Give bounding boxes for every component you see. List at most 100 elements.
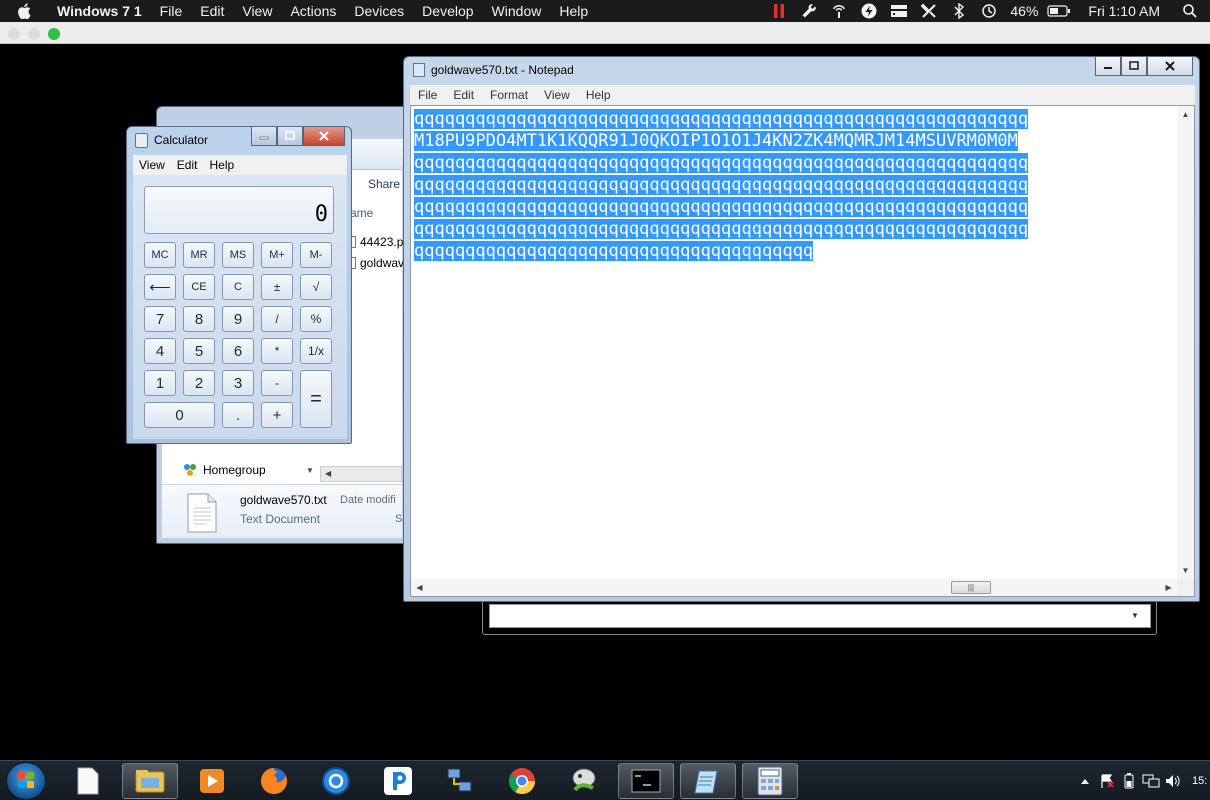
vertical-scrollbar[interactable]: ▲ ▼ <box>1177 106 1194 579</box>
mc-button[interactable]: MC <box>144 242 176 268</box>
scroll-right-icon[interactable]: ▶ <box>1160 579 1177 596</box>
digit-3-button[interactable]: 3 <box>222 370 254 396</box>
scroll-left-icon[interactable]: ◀ <box>325 469 331 478</box>
mac-menu-devices[interactable]: Devices <box>345 0 413 22</box>
nav-homegroup[interactable]: Homegroup <box>182 463 266 477</box>
calc-menu-edit[interactable]: Edit <box>171 158 204 172</box>
m-minus-button[interactable]: M- <box>300 242 332 268</box>
mac-menu-actions[interactable]: Actions <box>281 0 345 22</box>
mac-menu-help[interactable]: Help <box>550 0 597 22</box>
calc-menu-view[interactable]: View <box>133 158 171 172</box>
close-button[interactable] <box>303 127 345 146</box>
taskbar-clock[interactable]: 15: <box>1184 775 1210 787</box>
p-app-icon[interactable] <box>370 763 426 799</box>
decimal-button[interactable]: . <box>222 402 254 428</box>
calc-menu-help[interactable]: Help <box>203 158 240 172</box>
digit-4-button[interactable]: 4 <box>144 338 176 364</box>
share-button[interactable]: Share <box>368 177 400 191</box>
explorer-hscrollbar[interactable]: ◀ <box>320 466 402 482</box>
plus-minus-button[interactable]: ± <box>261 274 293 300</box>
start-orb-icon[interactable] <box>6 762 46 800</box>
dropdown-arrow-icon[interactable]: ▼ <box>1128 609 1142 623</box>
mac-clock[interactable]: Fri 1:10 AM <box>1074 0 1176 22</box>
clear-button[interactable]: C <box>222 274 254 300</box>
digit-2-button[interactable]: 2 <box>183 370 215 396</box>
digit-1-button[interactable]: 1 <box>144 370 176 396</box>
mac-menu-window[interactable]: Window <box>483 0 551 22</box>
nav-scroll-down-icon[interactable]: ▼ <box>306 466 314 475</box>
chrome-icon[interactable] <box>494 763 550 799</box>
command-prompt-icon[interactable] <box>618 763 674 799</box>
tools-icon[interactable] <box>914 0 944 22</box>
notepad-menu-view[interactable]: View <box>536 88 578 102</box>
tray-expand-icon[interactable] <box>1074 761 1096 800</box>
media-player-icon[interactable] <box>184 763 240 799</box>
wrench-icon[interactable] <box>794 0 824 22</box>
maximize-button[interactable] <box>1121 57 1147 76</box>
scroll-down-icon[interactable]: ▼ <box>1177 562 1194 579</box>
mac-menu-file[interactable]: File <box>151 0 192 22</box>
horizontal-scroll-thumb[interactable]: ||| <box>951 581 991 594</box>
sqrt-button[interactable]: √ <box>300 274 332 300</box>
tray-battery-icon[interactable] <box>1118 761 1140 800</box>
mac-menu-view[interactable]: View <box>233 0 281 22</box>
scroll-up-icon[interactable]: ▲ <box>1177 106 1194 123</box>
horizontal-scrollbar[interactable]: ◀ ||| ▶ <box>411 579 1177 596</box>
network-tool-icon[interactable] <box>308 763 364 799</box>
minimize-button[interactable] <box>1095 57 1121 76</box>
notepad-menu-format[interactable]: Format <box>482 88 536 102</box>
drive-icon[interactable] <box>884 0 914 22</box>
tray-volume-icon[interactable] <box>1162 761 1184 800</box>
ce-button[interactable]: CE <box>183 274 215 300</box>
bluetooth-icon[interactable] <box>944 0 974 22</box>
mac-menu-edit[interactable]: Edit <box>191 0 233 22</box>
firefox-icon[interactable] <box>246 763 302 799</box>
close-button[interactable] <box>1147 57 1193 76</box>
notepad-text-area[interactable]: qqqqqqqqqqqqqqqqqqqqqqqqqqqqqqqqqqqqqqqq… <box>410 105 1195 597</box>
battery-icon[interactable] <box>1044 0 1074 22</box>
tray-network-icon[interactable] <box>1140 761 1162 800</box>
bolt-icon[interactable] <box>854 0 884 22</box>
mr-button[interactable]: MR <box>183 242 215 268</box>
notepad-menu-file[interactable]: File <box>410 88 445 102</box>
digit-5-button[interactable]: 5 <box>183 338 215 364</box>
minus-button[interactable]: - <box>261 370 293 396</box>
backspace-button[interactable]: ⟵ <box>144 274 176 300</box>
spotlight-search-icon[interactable] <box>1176 0 1204 22</box>
notepad-menu-edit[interactable]: Edit <box>445 88 482 102</box>
divide-button[interactable]: / <box>261 306 293 332</box>
size-grip[interactable] <box>1177 579 1194 596</box>
paint-utility-icon[interactable] <box>556 763 612 799</box>
file-explorer-icon[interactable] <box>122 763 178 799</box>
minimize-button[interactable] <box>251 127 277 146</box>
blank-document-icon[interactable] <box>60 763 116 799</box>
notepad-menu-help[interactable]: Help <box>578 88 619 102</box>
action-center-flag-icon[interactable] <box>1096 761 1118 800</box>
m-plus-button[interactable]: M+ <box>261 242 293 268</box>
address-bar[interactable]: ▼ <box>489 604 1151 628</box>
scroll-left-icon[interactable]: ◀ <box>411 579 428 596</box>
digit-0-button[interactable]: 0 <box>144 402 215 428</box>
digit-8-button[interactable]: 8 <box>183 306 215 332</box>
time-machine-icon[interactable] <box>974 0 1004 22</box>
digit-9-button[interactable]: 9 <box>222 306 254 332</box>
ms-button[interactable]: MS <box>222 242 254 268</box>
parallels-pause-icon[interactable] <box>764 0 794 22</box>
mac-app-name[interactable]: Windows 7 1 <box>48 0 151 22</box>
percent-button[interactable]: % <box>300 306 332 332</box>
mac-menu-develop[interactable]: Develop <box>413 0 482 22</box>
minimize-dot-icon[interactable] <box>28 28 40 40</box>
name-column-header[interactable]: ame <box>350 206 373 220</box>
network-connection-icon[interactable] <box>432 763 488 799</box>
apple-icon[interactable] <box>18 0 38 22</box>
maximize-button[interactable] <box>277 127 303 146</box>
digit-7-button[interactable]: 7 <box>144 306 176 332</box>
equals-button[interactable]: = <box>300 370 332 428</box>
close-dot-icon[interactable] <box>8 28 20 40</box>
multiply-button[interactable]: * <box>261 338 293 364</box>
file-row-goldwave[interactable]: goldwav <box>350 256 404 270</box>
zoom-dot-icon[interactable] <box>48 28 60 40</box>
file-row-44423[interactable]: 44423.p <box>350 235 403 249</box>
calculator-icon[interactable] <box>742 763 798 799</box>
notepad-icon[interactable] <box>680 763 736 799</box>
